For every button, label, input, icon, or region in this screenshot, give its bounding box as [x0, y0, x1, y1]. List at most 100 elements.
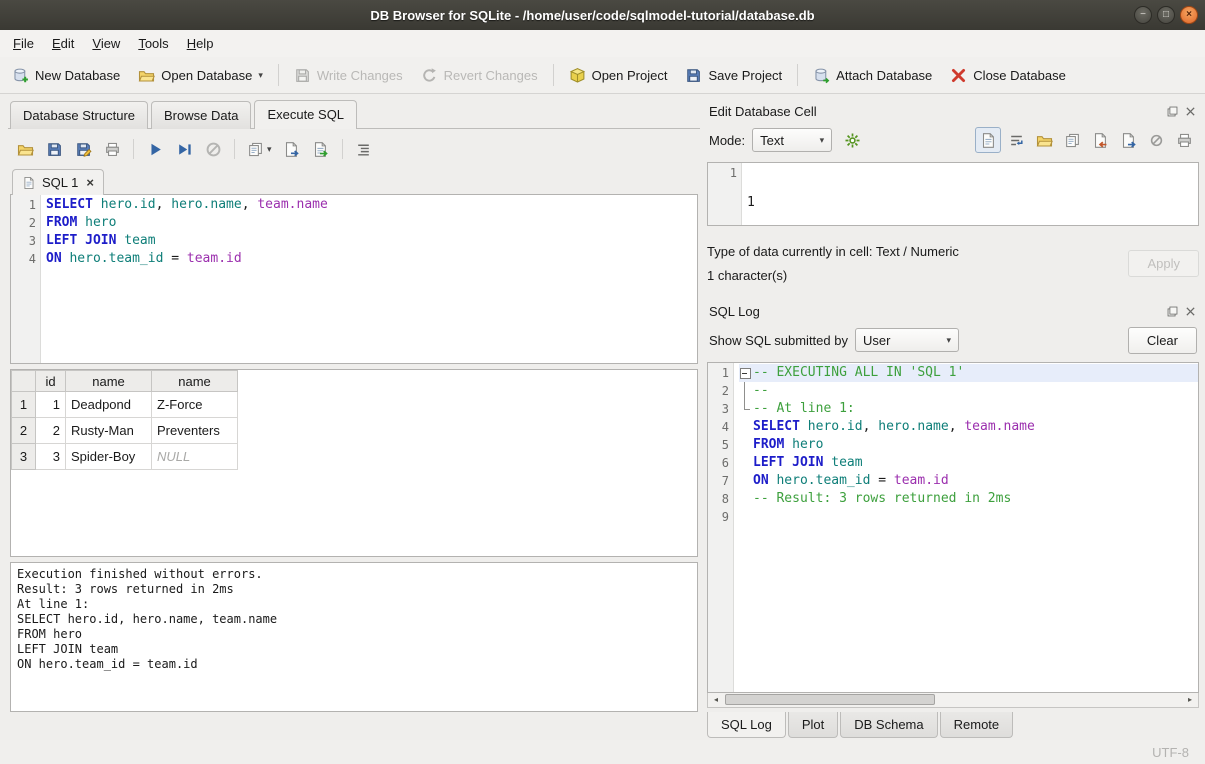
grid-cell[interactable]: 1 [36, 392, 66, 418]
auto-apply-button[interactable] [839, 127, 865, 153]
copy-button[interactable] [1059, 127, 1085, 153]
save-sql-as-button[interactable] [70, 136, 96, 162]
menu-edit[interactable]: Edit [43, 32, 83, 55]
sql-log-editor[interactable]: 123456789 -- EXECUTING ALL IN 'SQL 1'---… [707, 362, 1199, 693]
close-database-button[interactable]: Close Database [942, 62, 1074, 89]
line-number: 7 [708, 472, 729, 490]
dock-tab-plot[interactable]: Plot [788, 712, 838, 738]
format-sql-button[interactable] [351, 136, 377, 162]
grid-cell[interactable]: Preventers [152, 418, 238, 444]
scroll-left-icon[interactable]: ◂ [708, 693, 724, 707]
code-line: SELECT hero.id, hero.name, team.name [46, 196, 697, 214]
fold-column [739, 508, 753, 526]
save-sql-file-button[interactable] [41, 136, 67, 162]
grid-cell[interactable]: Spider-Boy [66, 444, 152, 470]
mode-select[interactable]: Text ▾ [752, 128, 832, 152]
line-number: 3 [11, 232, 36, 250]
dock-tab-remote[interactable]: Remote [940, 712, 1014, 738]
tab-execute-sql[interactable]: Execute SQL [254, 100, 357, 129]
menu-help[interactable]: Help [178, 32, 223, 55]
export-data-button[interactable] [1115, 127, 1141, 153]
attach-database-button[interactable]: Attach Database [805, 62, 940, 89]
open-in-tab-button[interactable] [279, 136, 305, 162]
print-button[interactable] [1171, 127, 1197, 153]
grid-cell[interactable]: 2 [36, 418, 66, 444]
dock-tab-db-schema[interactable]: DB Schema [840, 712, 937, 738]
scroll-right-icon[interactable]: ▸ [1182, 693, 1198, 707]
set-null-button[interactable] [1143, 127, 1169, 153]
sql-editor[interactable]: 1234 SELECT hero.id, hero.name, team.nam… [10, 194, 698, 364]
menu-file[interactable]: File [4, 32, 43, 55]
sql-tab-label: SQL 1 [42, 175, 78, 190]
cell-value-area[interactable]: 1 [742, 163, 1198, 225]
line-number: 2 [708, 382, 729, 400]
minimize-button[interactable]: − [1134, 6, 1152, 24]
row-number[interactable]: 1 [12, 392, 36, 418]
code-line: LEFT JOIN team [739, 454, 1198, 472]
edit-cell-title: Edit Database Cell [709, 104, 1161, 119]
float-panel-icon[interactable] [1166, 305, 1179, 318]
float-panel-icon[interactable] [1166, 105, 1179, 118]
open-file-button[interactable] [1031, 127, 1057, 153]
caret-down-icon: ▾ [820, 136, 825, 145]
close-button[interactable]: × [1180, 6, 1198, 24]
print-button[interactable] [99, 136, 125, 162]
caret-down-icon: ▾ [267, 145, 272, 154]
attach-database-icon [813, 67, 830, 84]
line-number-gutter: 1234 [11, 195, 41, 363]
column-header-name-2[interactable]: name [152, 371, 238, 392]
open-sql-file-button[interactable] [12, 136, 38, 162]
new-tab-button[interactable]: ▾ [243, 136, 276, 162]
open-project-icon [569, 67, 586, 84]
execution-status[interactable]: Execution finished without errors. Resul… [10, 562, 698, 712]
horizontal-scrollbar[interactable]: ◂ ▸ [707, 693, 1199, 708]
import-data-button[interactable] [1087, 127, 1113, 153]
close-panel-icon[interactable] [1184, 105, 1197, 118]
grid-cell[interactable]: Rusty-Man [66, 418, 152, 444]
new-database-button[interactable]: New Database [4, 62, 128, 89]
dock-tab-sql-log[interactable]: SQL Log [707, 712, 786, 738]
row-number[interactable]: 3 [12, 444, 36, 470]
code-line: -- At line 1: [739, 400, 1198, 418]
open-database-button[interactable]: Open Database▾ [130, 62, 271, 89]
submitter-select[interactable]: User ▾ [855, 328, 959, 352]
code-line: FROM hero [739, 436, 1198, 454]
cell-editor[interactable]: 1 1 [707, 162, 1199, 226]
sql-log-controls: Show SQL submitted by User ▾ Clear [707, 322, 1199, 358]
column-header-id-0[interactable]: id [36, 371, 66, 392]
export-sql-button[interactable] [308, 136, 334, 162]
close-panel-icon[interactable] [1184, 305, 1197, 318]
tab-browse-data[interactable]: Browse Data [151, 101, 251, 129]
export-data-icon [1120, 132, 1137, 149]
grid-corner[interactable] [12, 371, 36, 392]
text-mode-button[interactable] [975, 127, 1001, 153]
line-number: 4 [708, 418, 729, 436]
sql-code-area[interactable]: SELECT hero.id, hero.name, team.nameFROM… [41, 195, 697, 363]
menu-tools[interactable]: Tools [129, 32, 177, 55]
maximize-button[interactable]: □ [1157, 6, 1175, 24]
tab-database-structure[interactable]: Database Structure [10, 101, 148, 129]
titlebar[interactable]: DB Browser for SQLite - /home/user/code/… [0, 0, 1205, 30]
word-wrap-button[interactable] [1003, 127, 1029, 153]
open-project-button[interactable]: Open Project [561, 62, 676, 89]
scrollbar-track[interactable] [725, 693, 1181, 707]
column-header-name-1[interactable]: name [66, 371, 152, 392]
execute-line-button[interactable] [171, 136, 197, 162]
sql-tab[interactable]: SQL 1 × [12, 169, 104, 195]
grid-cell[interactable]: 3 [36, 444, 66, 470]
code-line: SELECT hero.id, hero.name, team.name [739, 418, 1198, 436]
grid-cell[interactable]: Z-Force [152, 392, 238, 418]
clear-button[interactable]: Clear [1128, 327, 1197, 354]
menu-view[interactable]: View [83, 32, 129, 55]
row-number[interactable]: 2 [12, 418, 36, 444]
grid-cell[interactable]: Deadpond [66, 392, 152, 418]
scrollbar-thumb[interactable] [725, 694, 935, 705]
grid-cell[interactable]: NULL [152, 444, 238, 470]
cell-size-info: 1 character(s) [707, 268, 1128, 283]
save-project-button[interactable]: Save Project [677, 62, 790, 89]
close-tab-icon[interactable]: × [86, 175, 94, 190]
execute-all-button[interactable] [142, 136, 168, 162]
grid-row: 22Rusty-ManPreventers [12, 418, 238, 444]
log-code-area[interactable]: -- EXECUTING ALL IN 'SQL 1'---- At line … [734, 363, 1198, 692]
fold-marker-icon[interactable] [739, 364, 753, 382]
